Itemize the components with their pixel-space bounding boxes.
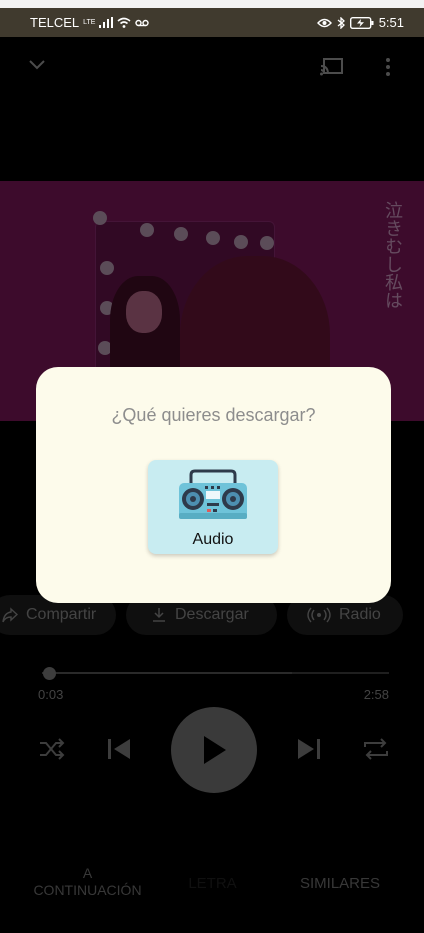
dialog-title: ¿Qué quieres descargar? — [111, 405, 316, 425]
status-left: TELCEL LTE — [30, 15, 149, 30]
carrier-name: TELCEL — [30, 15, 80, 30]
voicemail-icon — [135, 19, 149, 26]
status-right: 5:51 — [316, 15, 404, 30]
status-bar: TELCEL LTE 5:51 — [0, 8, 424, 37]
clock: 5:51 — [378, 15, 404, 30]
top-strip — [0, 0, 424, 8]
download-dialog: ¿Qué quieres descargar? Audio — [36, 367, 391, 603]
boombox-icon — [179, 469, 247, 519]
network-type: LTE — [83, 18, 96, 26]
battery-icon — [349, 16, 374, 29]
signal-icon — [99, 17, 114, 28]
audio-option-button[interactable]: Audio — [148, 460, 278, 554]
audio-option-label: Audio — [192, 531, 234, 548]
wifi-icon — [117, 17, 131, 28]
bluetooth-icon — [337, 16, 345, 29]
eye-icon — [316, 18, 332, 27]
